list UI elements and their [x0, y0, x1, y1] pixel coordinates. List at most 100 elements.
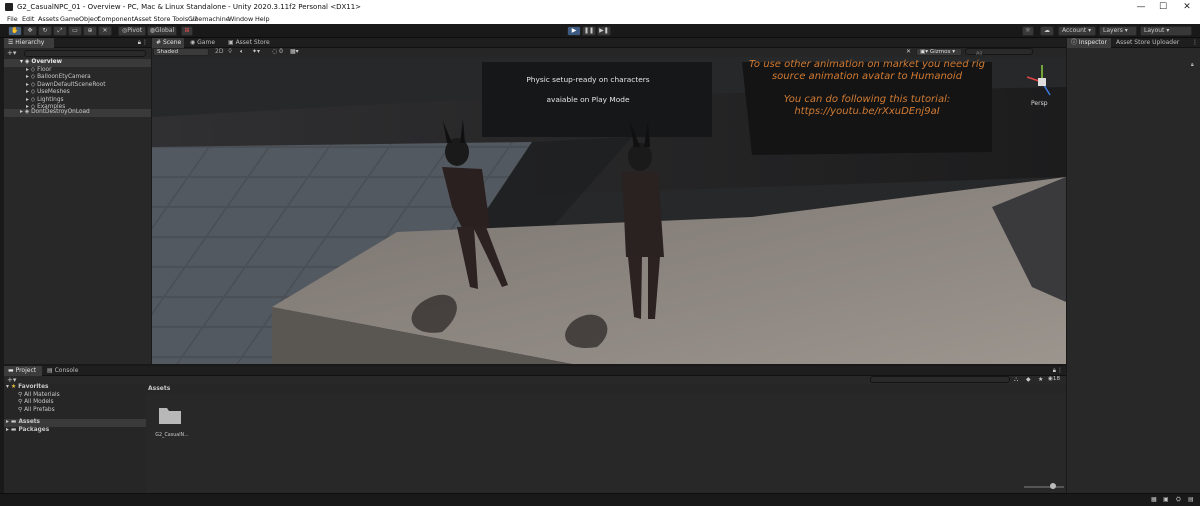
project-panel: ▬ Project ▤ Console 🔒︎ ⋮ +▾ ⛬ ◆ ★ ◉18 ▾ … — [4, 366, 1066, 493]
rotate-tool-icon[interactable]: ↻ — [38, 26, 52, 36]
auto-generate-lighting-icon[interactable]: ▦ — [1151, 496, 1157, 503]
create-asset-icon[interactable]: +▾ — [7, 376, 16, 384]
hierarchy-search-input[interactable] — [24, 50, 146, 57]
zoom-slider-handle[interactable] — [1050, 483, 1056, 489]
folder-assets[interactable]: ▸ ▬ Assets — [4, 419, 146, 427]
hierarchy-tabbar: ☰ Hierarchy 🔒︎ ⋮ — [4, 38, 151, 48]
tab-project[interactable]: ▬ Project — [4, 366, 42, 376]
favorite-all-materials[interactable]: ⚲ All Materials — [18, 392, 60, 400]
audio-toggle-icon[interactable]: 🔈︎ — [240, 48, 244, 56]
layout-dropdown[interactable]: Layout ▾ — [1140, 26, 1192, 36]
console-icon: ▤ — [47, 367, 55, 374]
grid-toggle-icon[interactable]: ▦▾ — [290, 48, 299, 55]
menu-window[interactable]: Window — [228, 15, 253, 23]
sign-right-line1: To use other animation on market you nee… — [749, 59, 985, 70]
move-tool-icon[interactable]: ✥ — [23, 26, 37, 36]
tab-asset-store-uploader[interactable]: Asset Store Uploader — [1112, 38, 1190, 48]
hierarchy-item[interactable]: ▸ ◇ UseMeshes — [4, 89, 70, 97]
menu-file[interactable]: File — [7, 15, 18, 23]
pause-button[interactable]: ❚❚ — [582, 26, 596, 36]
scene-tabbar: # Scene ◉ Game ▣ Asset Store — [152, 38, 1066, 48]
menu-edit[interactable]: Edit — [22, 15, 34, 23]
hidden-packages-count[interactable]: ◉18 — [1048, 376, 1060, 382]
star-icon: ★ — [10, 384, 17, 390]
project-breadcrumb-bar: Assets — [146, 384, 1066, 393]
inspector-lock-icon[interactable]: 🔒︎ — [1191, 62, 1194, 68]
hierarchy-item[interactable]: ▸ ◇ DawnDefaultSceneRoot — [4, 82, 105, 90]
tab-inspector[interactable]: ⓘ Inspector — [1067, 38, 1111, 48]
hand-tool-icon[interactable]: ✋ — [8, 26, 22, 36]
mode-2d-toggle[interactable]: 2D — [215, 48, 223, 55]
zoom-slider[interactable] — [1024, 486, 1064, 488]
favorite-search-icon[interactable]: ★ — [1038, 376, 1043, 383]
create-add-icon[interactable]: +▾ — [7, 49, 16, 57]
hierarchy-item[interactable]: ▸ ◇ BalloonEtyCamera — [4, 74, 91, 82]
collab-status-icon[interactable]: ⛭ — [1176, 496, 1181, 504]
dont-destroy-on-load[interactable]: ▸ ◈ DontDestroyOnLoad — [4, 109, 151, 117]
transform-tool-icon[interactable]: ⊕ — [83, 26, 97, 36]
effects-toggle-icon[interactable]: ✦▾ — [252, 48, 260, 55]
window-titlebar: G2_CasualNPC_01 - Overview - PC, Mac & L… — [0, 0, 1200, 14]
panel-menu-icon[interactable]: ⋮ — [1057, 367, 1063, 374]
asset-folder-icon[interactable] — [157, 404, 183, 426]
collab-icon[interactable]: ☼ — [1022, 26, 1034, 36]
menu-help[interactable]: Help — [255, 15, 270, 23]
hierarchy-panel: ☰ Hierarchy 🔒︎ ⋮ +▾ ▾ ◈ Overview ▸ ◇ Flo… — [4, 38, 151, 364]
menu-gameobject[interactable]: GameObject — [60, 15, 100, 23]
menu-component[interactable]: Component — [97, 15, 134, 23]
tab-asset-store[interactable]: ▣ Asset Store — [224, 38, 274, 48]
main-toolbar: ✋ ✥ ↻ ⤢ ▭ ⊕ ✕ ◎Pivot ◍Global ⊞ ▶ ❚❚ ▶❚ ☼… — [0, 24, 1200, 38]
persp-label[interactable]: Persp — [1031, 100, 1048, 107]
progress-icon[interactable]: ▣ — [1163, 496, 1169, 503]
play-button[interactable]: ▶ — [567, 26, 581, 36]
account-dropdown[interactable]: Account ▾ — [1058, 26, 1096, 36]
tab-game[interactable]: ◉ Game — [186, 38, 218, 48]
custom-tool-icon[interactable]: ✕ — [98, 26, 112, 36]
scene-search-input[interactable]: All — [965, 48, 1033, 57]
lock-icon[interactable]: 🔒︎ — [1053, 367, 1056, 375]
favorite-all-models[interactable]: ⚲ All Models — [18, 399, 54, 407]
tab-console[interactable]: ▤ Console — [43, 366, 83, 376]
menu-bar: File Edit Assets GameObject Component As… — [0, 14, 1200, 24]
search-by-label-icon[interactable]: ◆ — [1026, 376, 1031, 383]
maximize-button[interactable]: ☐ — [1152, 1, 1174, 13]
project-search-input[interactable] — [870, 376, 1010, 383]
scene-root-overview[interactable]: ▾ ◈ Overview — [4, 59, 151, 67]
global-toggle[interactable]: ◍Global — [147, 26, 177, 36]
minimize-button[interactable]: — — [1130, 1, 1152, 13]
step-button[interactable]: ▶❚ — [597, 26, 611, 36]
snap-toggle-icon[interactable]: ⊞ — [181, 26, 193, 36]
search-by-type-icon[interactable]: ⛬ — [1014, 376, 1018, 384]
scene-view-panel[interactable]: # Scene ◉ Game ▣ Asset Store Shaded 2D 💡… — [152, 38, 1066, 364]
panel-menu-icon[interactable]: ⋮ — [1192, 39, 1198, 46]
status-bar: ▦ ▣ ⛭ ▤ — [0, 493, 1200, 506]
layers-dropdown[interactable]: Layers ▾ — [1099, 26, 1137, 36]
tab-hierarchy[interactable]: ☰ Hierarchy — [4, 38, 54, 48]
sign-right-line3: You can do following this tutorial: — [783, 94, 951, 105]
project-tree: ▾ ★ Favorites ⚲ All Materials ⚲ All Mode… — [4, 384, 146, 493]
rect-tool-icon[interactable]: ▭ — [68, 26, 82, 36]
lighting-toggle-icon[interactable]: 💡︎ — [228, 48, 232, 56]
favorites-item[interactable]: ▾ ★ Favorites — [6, 384, 48, 392]
hierarchy-item[interactable]: ▸ ◇ Floor — [4, 67, 51, 75]
tools-icon[interactable]: ✕ — [906, 48, 911, 55]
lock-icon[interactable]: 🔒︎ — [138, 39, 141, 47]
notification-icon[interactable]: ▤ — [1188, 496, 1194, 503]
menu-assets[interactable]: Assets — [38, 15, 59, 23]
panel-menu-icon[interactable]: ⋮ — [142, 39, 148, 46]
folder-packages[interactable]: ▸ ▬ Packages — [6, 427, 49, 435]
breadcrumb[interactable]: Assets — [148, 385, 170, 392]
sign-left-line1: Physic setup-ready on characters — [526, 75, 650, 84]
asset-label[interactable]: G2_CasualN... — [152, 433, 192, 438]
hidden-objects-icon[interactable]: ◌ 0 — [272, 48, 283, 55]
favorite-all-prefabs[interactable]: ⚲ All Prefabs — [18, 407, 55, 415]
hierarchy-item[interactable]: ▸ ◇ Lightings — [4, 97, 64, 105]
cloud-icon[interactable]: ☁ — [1040, 26, 1054, 36]
tab-scene[interactable]: # Scene — [152, 38, 184, 48]
gizmos-dropdown[interactable]: ▣▾ Gizmos ▾ — [916, 48, 962, 56]
shading-mode-dropdown[interactable]: Shaded — [153, 48, 209, 56]
scale-tool-icon[interactable]: ⤢ — [53, 26, 67, 36]
menu-cinemachine[interactable]: Cinemachine — [188, 15, 230, 23]
pivot-toggle[interactable]: ◎Pivot — [118, 26, 146, 36]
close-button[interactable]: ✕ — [1176, 1, 1198, 13]
